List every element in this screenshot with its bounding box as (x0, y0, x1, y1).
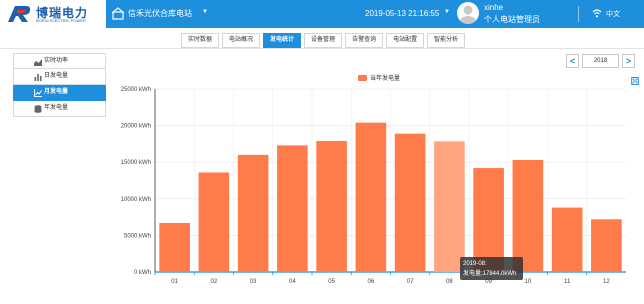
x-tick-label: 11 (564, 279, 571, 285)
bar-10 (512, 160, 544, 272)
y-tick-label: 20000 kWh (121, 124, 151, 130)
year-input[interactable]: 2018 (582, 54, 619, 68)
avatar[interactable] (457, 2, 479, 24)
x-tick-label: 04 (289, 279, 296, 285)
area-chart-icon (34, 59, 42, 66)
x-tick-label: 10 (525, 279, 532, 285)
station-icon (112, 7, 124, 20)
x-tick-label: 12 (603, 279, 610, 285)
year-prev-button[interactable]: < (566, 54, 579, 68)
logo: 博瑞电力 BORUI ELECTRIC POWER (0, 0, 106, 28)
user-name: xinhe (484, 3, 504, 12)
sidebar-item-label: 实时功率 (44, 58, 69, 64)
y-tick-label: 25000 kWh (121, 87, 151, 93)
tab-station-config[interactable]: 电站配置 (386, 33, 425, 48)
current-datetime: 2019-05-13 21:16:55 (365, 9, 440, 18)
brand-subtitle: BORUI ELECTRIC POWER (36, 18, 86, 23)
y-tick-label: 0 kWh (134, 270, 151, 276)
tab-divider (0, 48, 644, 49)
x-tick-label: 05 (328, 279, 335, 285)
x-tick-label: 07 (407, 279, 414, 285)
tab-station-overview[interactable]: 电站概况 (222, 33, 261, 48)
bar-12 (591, 219, 622, 272)
x-tick-label: 03 (250, 279, 257, 285)
tooltip-month: 2019-08: (463, 261, 487, 267)
legend-label: 当年发电量 (370, 74, 400, 82)
bar-01 (159, 222, 190, 272)
chevron-down-icon[interactable]: ▼ (202, 9, 208, 15)
bar-02 (198, 172, 230, 272)
y-tick-label: 5000 kWh (124, 233, 151, 239)
bar-03 (237, 154, 269, 272)
legend-swatch (358, 75, 367, 81)
user-icon (460, 5, 476, 24)
year-next-button[interactable]: > (622, 54, 635, 68)
divider (578, 6, 579, 22)
tab-smart-analysis[interactable]: 智能分析 (427, 33, 466, 48)
bar-05 (316, 140, 347, 272)
y-tick-label: 15000 kWh (121, 160, 151, 166)
bar-07 (394, 133, 426, 272)
bar-tooltip: 2019-08: 发电量:17844.0kWh (460, 257, 523, 280)
x-tick-label: 08 (446, 279, 453, 285)
wifi-icon (592, 9, 602, 18)
logo-mark-icon (8, 6, 31, 22)
bar-06 (355, 122, 387, 272)
x-tick-label: 02 (211, 279, 218, 285)
monthly-generation-chart: 0 kWh 5000 kWh 10000 kWh 15000 kWh 20000 kWh… (121, 74, 626, 285)
tab-realtime-data[interactable]: 实时数据 (181, 33, 220, 48)
tooltip-value: 发电量:17844.0kWh (463, 271, 517, 277)
main-tabs: 实时数据 电站概况 发电统计 设备管理 告警查询 电站配置 智能分析 (181, 33, 466, 48)
language-switch[interactable]: 中文 (606, 9, 620, 19)
user-role: 个人电站管理员 (484, 15, 540, 24)
tab-generation-stats[interactable]: 发电统计 (263, 33, 302, 48)
bar-11 (551, 207, 583, 272)
y-tick-label: 10000 kWh (121, 197, 151, 203)
bar-08 (434, 141, 465, 272)
bar-04 (277, 145, 308, 272)
x-tick-label: 01 (171, 279, 178, 285)
top-bar: 博瑞电力 BORUI ELECTRIC POWER 信禾光伏合库电站 ▼ 201… (0, 0, 644, 28)
tab-alarm-query[interactable]: 告警查询 (345, 33, 384, 48)
user-menu-chevron-icon[interactable]: ▼ (444, 9, 450, 15)
x-tick-label: 06 (368, 279, 375, 285)
station-selector[interactable]: 信禾光伏合库电站 (128, 8, 192, 19)
sidebar-item-realtime-power[interactable]: 实时功率 (13, 53, 106, 69)
tab-device-management[interactable]: 设备管理 (304, 33, 343, 48)
